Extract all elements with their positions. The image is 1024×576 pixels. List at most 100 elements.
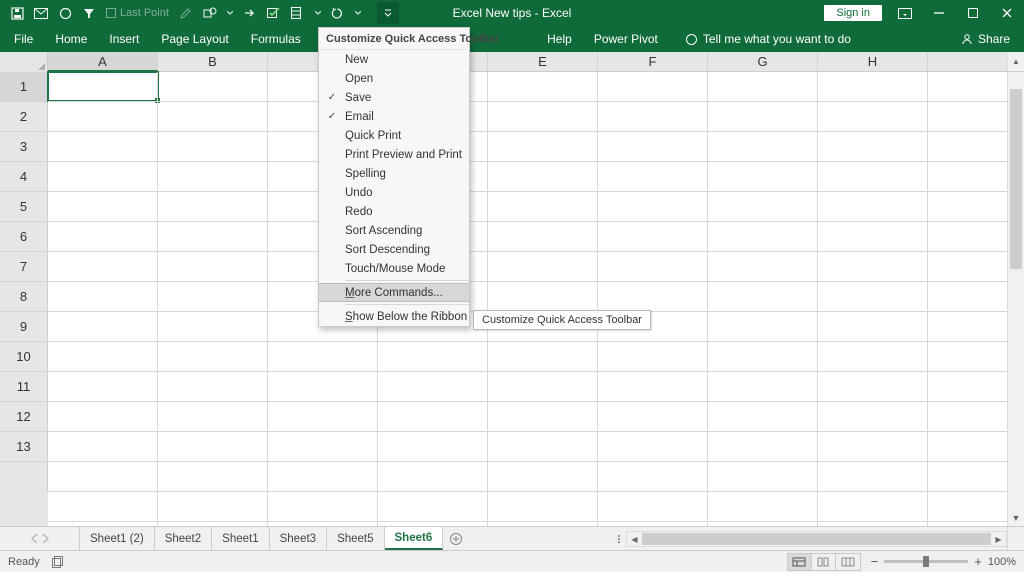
menu-item-new[interactable]: New (319, 50, 469, 69)
menu-item-sort-descending[interactable]: Sort Descending (319, 240, 469, 259)
tab-help[interactable]: Help (547, 32, 572, 46)
column-header[interactable]: G (708, 52, 818, 71)
menu-item-save[interactable]: ✓Save (319, 88, 469, 107)
menu-item-undo[interactable]: Undo (319, 183, 469, 202)
filter-icon[interactable] (82, 6, 96, 20)
zoom-level[interactable]: 100% (988, 556, 1016, 568)
row-header[interactable]: 4 (0, 162, 48, 192)
tab-insert[interactable]: Insert (109, 32, 139, 46)
tell-me-search[interactable]: Tell me what you want to do (686, 32, 851, 46)
chevron-down-icon[interactable] (227, 6, 233, 20)
row-headers: 1 2 3 4 5 6 7 8 9 10 11 12 13 (0, 72, 48, 526)
row-header[interactable]: 7 (0, 252, 48, 282)
status-ready: Ready (8, 556, 40, 568)
row-header[interactable]: 2 (0, 102, 48, 132)
maximize-icon[interactable] (962, 2, 984, 24)
sheet-tab[interactable]: Sheet3 (270, 527, 327, 550)
table-zero-icon[interactable] (291, 6, 305, 20)
tab-power-pivot[interactable]: Power Pivot (594, 32, 658, 46)
sign-in-button[interactable]: Sign in (824, 5, 882, 21)
row-header[interactable]: 8 (0, 282, 48, 312)
sheet-tab[interactable]: Sheet1 (2) (80, 527, 155, 550)
chevron-down-icon[interactable] (315, 6, 321, 20)
sheet-tab[interactable]: Sheet2 (155, 527, 212, 550)
menu-item-email[interactable]: ✓Email (319, 107, 469, 126)
scroll-up-button[interactable]: ▲ (1007, 52, 1024, 71)
close-icon[interactable] (996, 2, 1018, 24)
zoom-in-button[interactable]: + (974, 554, 982, 569)
column-header[interactable] (928, 52, 1007, 71)
ribbon-options-icon[interactable] (894, 2, 916, 24)
scrollbar-thumb[interactable] (1010, 89, 1022, 269)
row-header[interactable]: 10 (0, 342, 48, 372)
column-header[interactable]: B (158, 52, 268, 71)
row-header[interactable]: 12 (0, 402, 48, 432)
menu-item-redo[interactable]: Redo (319, 202, 469, 221)
active-cell[interactable] (47, 71, 159, 102)
horizontal-scrollbar[interactable]: ◀ ▶ (618, 530, 1007, 548)
ribbon-tabs: File Home Insert Page Layout Formulas Da… (0, 26, 1024, 52)
sheet-tab[interactable]: Sheet1 (212, 527, 269, 550)
checkmark-box-icon[interactable] (267, 6, 281, 20)
vertical-scrollbar[interactable]: ▼ (1007, 72, 1024, 526)
sheet-nav-buttons[interactable] (0, 527, 80, 550)
tab-file[interactable]: File (14, 32, 33, 46)
macro-record-icon[interactable] (52, 556, 65, 568)
column-header[interactable]: E (488, 52, 598, 71)
scroll-down-button[interactable]: ▼ (1008, 509, 1024, 526)
tab-home[interactable]: Home (55, 32, 87, 46)
menu-item-open[interactable]: Open (319, 69, 469, 88)
refresh-icon[interactable] (331, 6, 345, 20)
row-header[interactable]: 11 (0, 372, 48, 402)
row-header[interactable]: 3 (0, 132, 48, 162)
view-page-layout-button[interactable] (812, 554, 836, 570)
hscroll-end[interactable] (1007, 527, 1024, 550)
customize-qat-button[interactable] (377, 2, 399, 24)
circle-icon[interactable] (58, 6, 72, 20)
column-header[interactable]: A (48, 52, 158, 71)
chevron-down-icon[interactable] (355, 6, 361, 20)
worksheet-grid: 1 2 3 4 5 6 7 8 9 10 11 12 13 ▼ (0, 72, 1024, 526)
row-header[interactable]: 5 (0, 192, 48, 222)
share-icon (961, 33, 973, 45)
column-header[interactable]: F (598, 52, 708, 71)
tooltip: Customize Quick Access Toolbar (473, 310, 651, 330)
menu-item-spelling[interactable]: Spelling (319, 164, 469, 183)
tab-page-layout[interactable]: Page Layout (161, 32, 228, 46)
row-header[interactable]: 6 (0, 222, 48, 252)
menu-item-sort-ascending[interactable]: Sort Ascending (319, 221, 469, 240)
minimize-icon[interactable] (928, 2, 950, 24)
menu-item-more-commands[interactable]: More Commands... (319, 283, 469, 302)
menu-item-show-below-ribbon[interactable]: Show Below the Ribbon (319, 307, 469, 326)
menu-separator (345, 304, 469, 305)
add-sheet-button[interactable] (443, 527, 469, 550)
select-all-corner[interactable] (0, 52, 48, 72)
menu-item-quick-print[interactable]: Quick Print (319, 126, 469, 145)
column-header[interactable]: H (818, 52, 928, 71)
sheet-tab[interactable]: Sheet5 (327, 527, 384, 550)
row-header[interactable]: 1 (0, 72, 48, 102)
plus-circle-icon (449, 532, 463, 546)
share-button[interactable]: Share (961, 32, 1010, 46)
row-header[interactable]: 13 (0, 432, 48, 462)
status-bar: Ready − + 100% (0, 550, 1024, 572)
zoom-slider[interactable] (884, 560, 968, 563)
save-icon[interactable] (10, 6, 24, 20)
cells-area[interactable] (48, 72, 1007, 526)
arrow-right-icon[interactable] (243, 6, 257, 20)
hscroll-thumb[interactable] (642, 533, 991, 545)
hscroll-left[interactable]: ◀ (627, 532, 642, 546)
row-header[interactable]: 9 (0, 312, 48, 342)
tab-formulas[interactable]: Formulas (251, 32, 301, 46)
lightbulb-icon (686, 34, 697, 45)
menu-item-print-preview-and-print[interactable]: Print Preview and Print (319, 145, 469, 164)
view-normal-button[interactable] (788, 554, 812, 570)
menu-item-touch-mouse-mode[interactable]: Touch/Mouse Mode (319, 259, 469, 278)
quick-access-toolbar: Last Point (0, 2, 399, 24)
shapes-icon[interactable] (203, 6, 217, 20)
hscroll-right[interactable]: ▶ (991, 532, 1006, 546)
zoom-out-button[interactable]: − (871, 554, 879, 569)
email-icon[interactable] (34, 6, 48, 20)
view-page-break-button[interactable] (836, 554, 860, 570)
sheet-tab[interactable]: Sheet6 (385, 527, 444, 550)
